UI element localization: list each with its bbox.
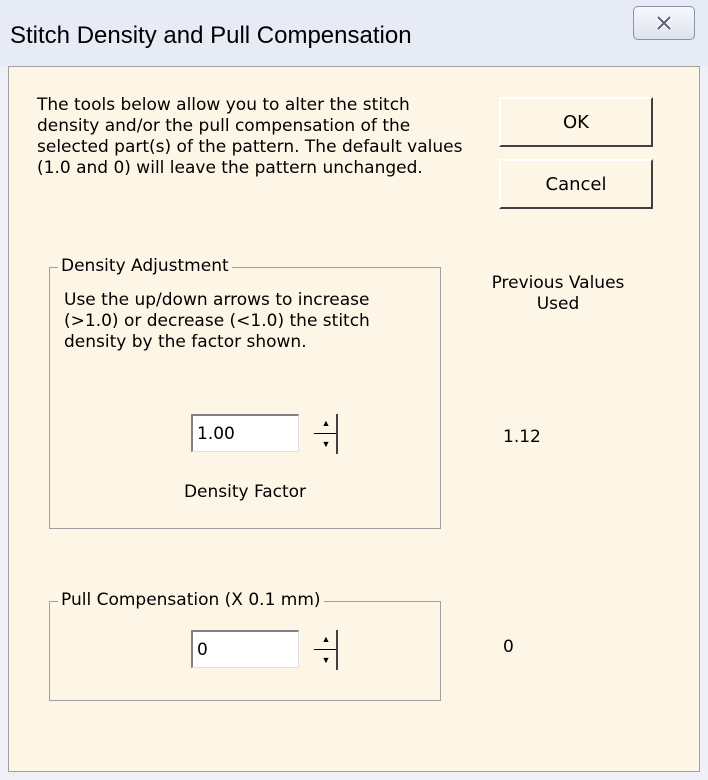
spinner-divider <box>314 433 338 434</box>
density-spin-down[interactable]: ▼ <box>314 435 338 454</box>
density-spinner[interactable]: ▲ ▼ <box>314 414 338 454</box>
up-arrow-icon: ▲ <box>321 634 331 644</box>
down-arrow-icon: ▼ <box>321 655 331 665</box>
intro-text: The tools below allow you to alter the s… <box>37 95 463 178</box>
up-arrow-icon: ▲ <box>321 418 331 428</box>
pull-spin-down[interactable]: ▼ <box>314 651 338 670</box>
pull-group-label: Pull Compensation (X 0.1 mm) <box>58 590 324 610</box>
dialog-window: Stitch Density and Pull Compensation The… <box>0 0 708 780</box>
previous-values-heading: Previous Values Used <box>491 273 625 314</box>
density-adjustment-group: Density Adjustment Use the up/down arrow… <box>49 256 441 529</box>
density-factor-caption: Density Factor <box>183 482 307 502</box>
spinner-edge <box>336 630 338 670</box>
pull-compensation-input[interactable]: 0 <box>191 630 299 668</box>
ok-button[interactable]: OK <box>499 97 653 147</box>
previous-pull-value: 0 <box>503 637 514 657</box>
pull-compensation-group: Pull Compensation (X 0.1 mm) 0 ▲ ▼ <box>49 590 441 701</box>
density-instructions: Use the up/down arrows to increase (>1.0… <box>64 290 370 352</box>
close-x-icon <box>656 16 672 30</box>
previous-density-value: 1.12 <box>503 427 541 447</box>
density-spin-up[interactable]: ▲ <box>314 414 338 433</box>
down-arrow-icon: ▼ <box>321 439 331 449</box>
pull-spin-up[interactable]: ▲ <box>314 630 338 649</box>
pull-spinner[interactable]: ▲ ▼ <box>314 630 338 670</box>
spinner-edge <box>336 414 338 454</box>
window-title: Stitch Density and Pull Compensation <box>10 22 412 49</box>
dialog-client-area: The tools below allow you to alter the s… <box>8 66 700 772</box>
density-group-label: Density Adjustment <box>58 256 232 276</box>
density-factor-input[interactable]: 1.00 <box>191 414 299 452</box>
cancel-button[interactable]: Cancel <box>499 159 653 209</box>
spinner-divider <box>314 649 338 650</box>
close-button[interactable] <box>633 6 695 40</box>
title-bar[interactable]: Stitch Density and Pull Compensation <box>0 0 708 66</box>
